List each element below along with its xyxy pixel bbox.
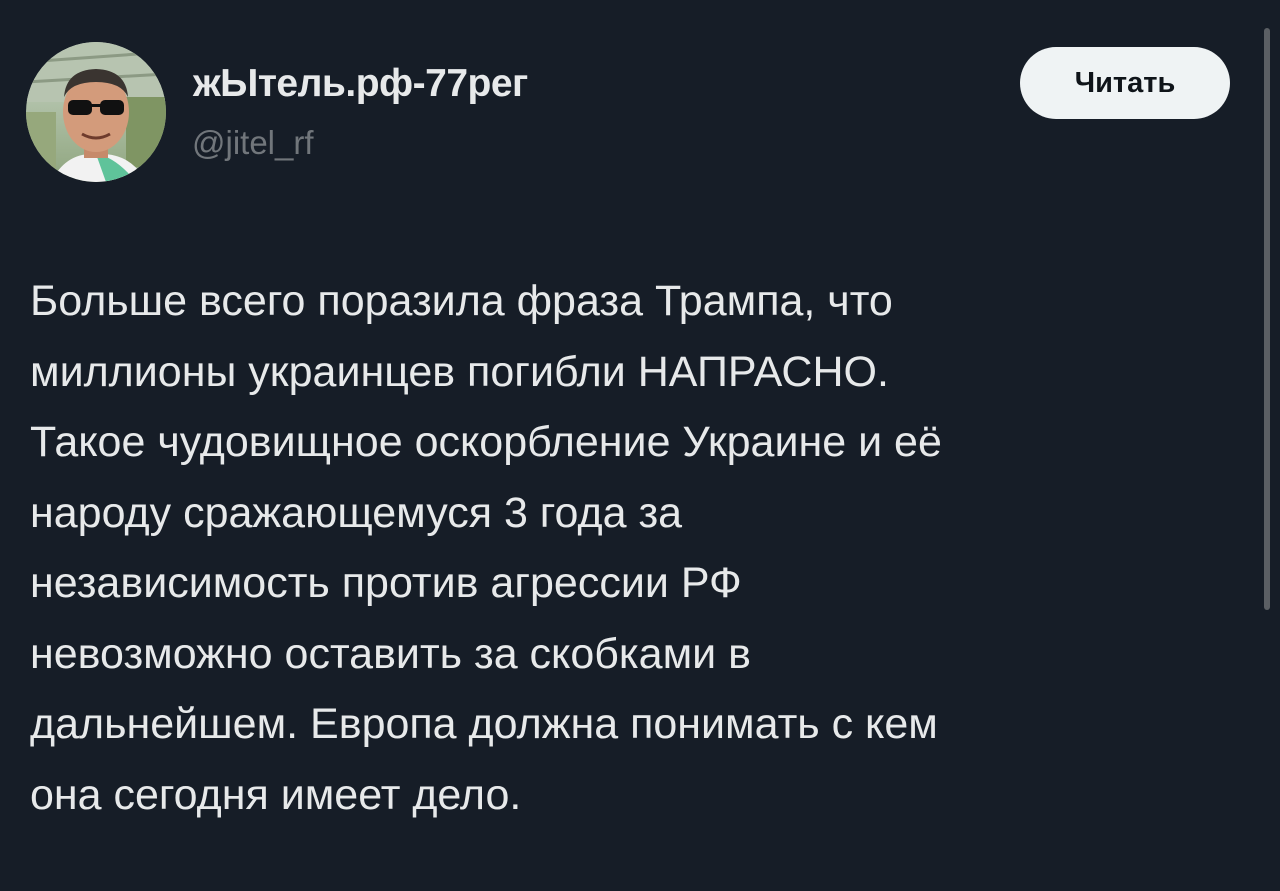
scrollbar-thumb[interactable]	[1264, 28, 1270, 610]
author-avatar[interactable]	[26, 42, 166, 182]
post-card: жЫтель.рф-77рег @jitel_rf Читать Больше …	[0, 0, 1280, 891]
follow-button[interactable]: Читать	[1020, 47, 1230, 119]
post-text: Больше всего поразила фраза Трампа, что …	[30, 277, 942, 819]
author-handle[interactable]: @jitel_rf	[192, 124, 314, 162]
author-display-name[interactable]: жЫтель.рф-77рег	[193, 62, 528, 106]
avatar-photo-icon	[26, 42, 166, 182]
